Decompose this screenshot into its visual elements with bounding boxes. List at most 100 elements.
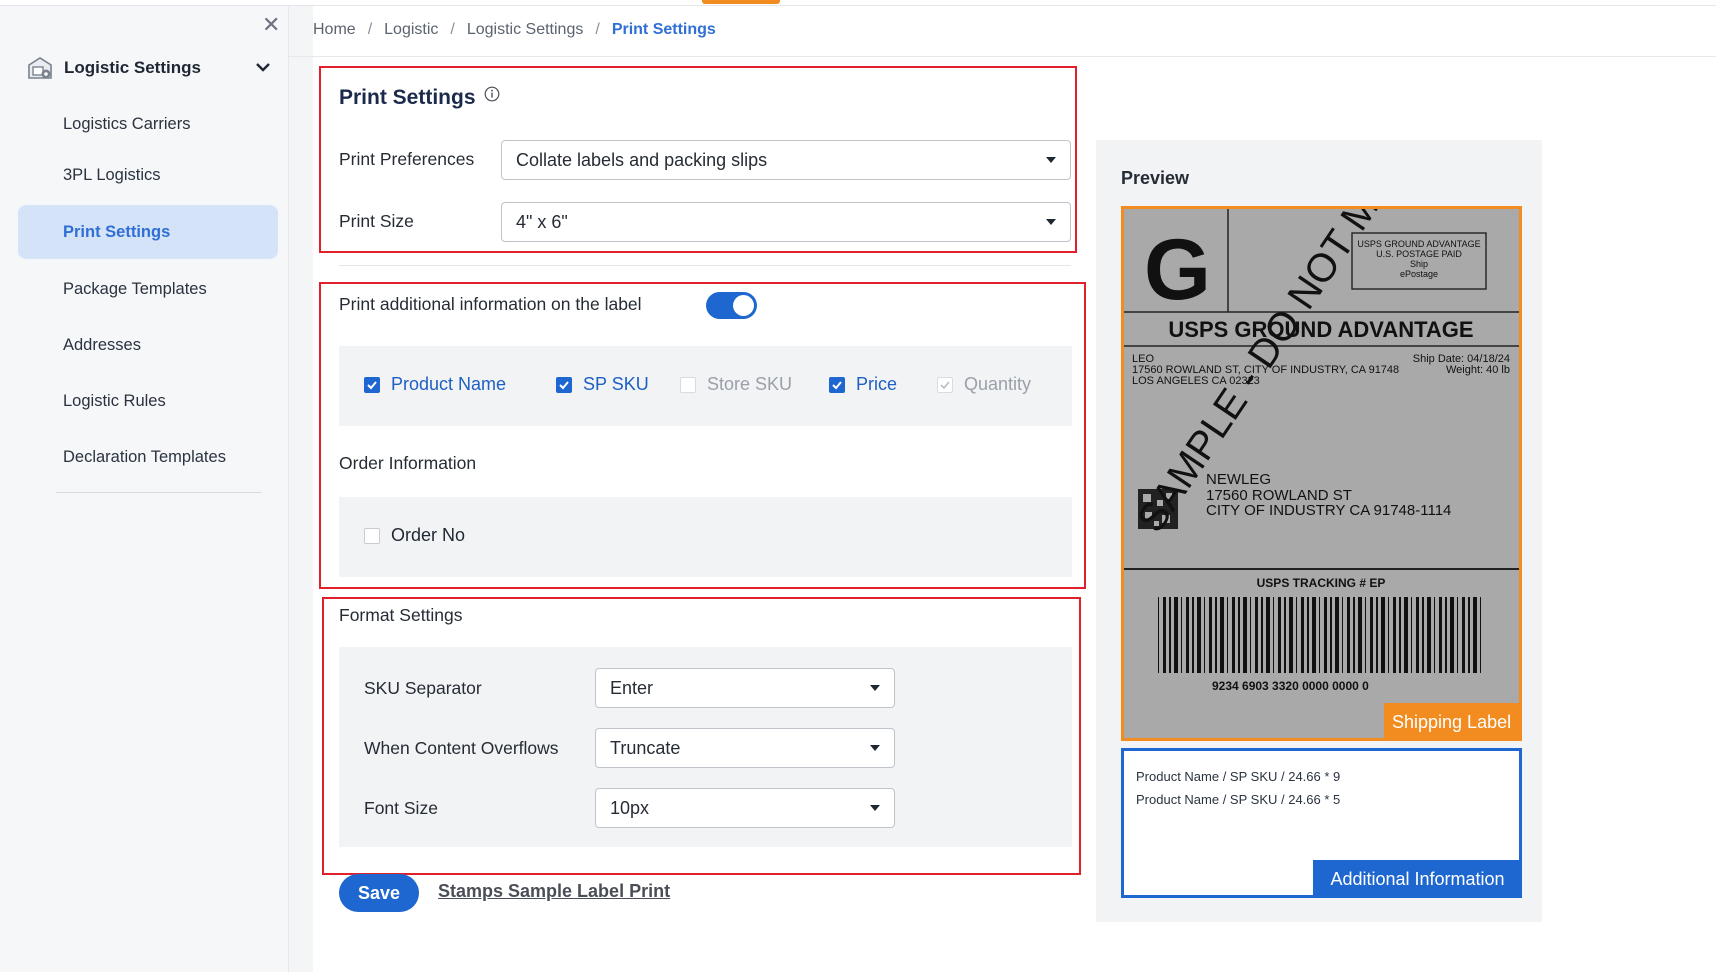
label-to-line: CITY OF INDUSTRY CA 91748-1114 bbox=[1206, 502, 1451, 519]
label-service-name: USPS GROUND ADVANTAGE bbox=[1168, 317, 1473, 342]
label-postage-line: Ship bbox=[1410, 259, 1428, 269]
barcode-bar bbox=[1209, 597, 1212, 673]
order-information-title: Order Information bbox=[339, 453, 477, 473]
label-to-line: NEWLEG bbox=[1206, 471, 1271, 488]
label-postage-line: U.S. POSTAGE PAID bbox=[1376, 249, 1462, 259]
header-divider bbox=[288, 56, 1716, 57]
quantity-checkbox[interactable] bbox=[937, 377, 953, 393]
store-sku-checkbox[interactable] bbox=[680, 377, 696, 393]
sidebar-item-logistics-carriers[interactable]: Logistics Carriers bbox=[18, 97, 278, 151]
sidebar-header-label: Logistic Settings bbox=[64, 58, 201, 77]
toggle-knob bbox=[733, 295, 754, 316]
barcode-bar bbox=[1480, 597, 1481, 673]
sidebar-item-addresses[interactable]: Addresses bbox=[18, 318, 278, 372]
label-weight: Weight: 40 lb bbox=[1446, 364, 1510, 376]
barcode-bar bbox=[1266, 597, 1270, 673]
preview-title: Preview bbox=[1121, 168, 1190, 188]
barcode-bar bbox=[1376, 597, 1378, 673]
additional-info-line: Product Name / SP SKU / 24.66 * 5 bbox=[1136, 792, 1341, 807]
barcode-bar bbox=[1312, 597, 1316, 673]
breadcrumb-logistic-settings[interactable]: Logistic Settings bbox=[467, 21, 584, 39]
print-size-select[interactable]: 4" x 6" bbox=[501, 202, 1071, 242]
label-postage-line: USPS GROUND ADVANTAGE bbox=[1357, 239, 1480, 249]
active-tab-indicator bbox=[702, 0, 780, 4]
content-overflow-select[interactable]: Truncate bbox=[595, 728, 895, 768]
price-checkbox[interactable] bbox=[829, 377, 845, 393]
warehouse-settings-icon bbox=[28, 57, 52, 79]
sidebar-item-label: Declaration Templates bbox=[63, 447, 226, 466]
sample-label-print-link[interactable]: Stamps Sample Label Print bbox=[438, 881, 670, 902]
print-size-label: Print Size bbox=[339, 211, 414, 231]
barcode-bar bbox=[1450, 597, 1454, 673]
shipping-label-image: G USPS GROUND ADVANTAGE U.S. POSTAGE PAI… bbox=[1124, 209, 1519, 738]
barcode-bar bbox=[1347, 597, 1350, 673]
save-button[interactable]: Save bbox=[339, 874, 419, 912]
breadcrumb-separator: / bbox=[595, 21, 600, 38]
barcode-bar bbox=[1353, 597, 1355, 673]
sidebar-item-print-settings[interactable]: Print Settings bbox=[18, 205, 278, 259]
breadcrumb-logistic[interactable]: Logistic bbox=[384, 21, 438, 39]
barcode-bar bbox=[1186, 597, 1189, 673]
barcode-bar bbox=[1192, 597, 1194, 673]
barcode-bar bbox=[1289, 597, 1293, 673]
info-icon[interactable] bbox=[484, 86, 500, 102]
select-value: Truncate bbox=[610, 737, 681, 758]
breadcrumb-home[interactable]: Home bbox=[313, 21, 356, 39]
breadcrumb-separator: / bbox=[450, 21, 455, 38]
sidebar-item-declaration-templates[interactable]: Declaration Templates bbox=[18, 430, 278, 484]
barcode-bar bbox=[1422, 597, 1424, 673]
barcode-bar bbox=[1284, 597, 1286, 673]
chevron-down-icon[interactable] bbox=[252, 56, 274, 78]
barcode-bar bbox=[1204, 597, 1205, 673]
print-preferences-label: Print Preferences bbox=[339, 149, 475, 169]
sidebar-item-package-templates[interactable]: Package Templates bbox=[18, 262, 278, 316]
label-tracking-title: USPS TRACKING # EP bbox=[1257, 576, 1386, 590]
product-name-label: Product Name bbox=[391, 374, 507, 394]
select-value: Collate labels and packing slips bbox=[516, 149, 768, 170]
sidebar-item-label: 3PL Logistics bbox=[63, 165, 161, 184]
print-preferences-select[interactable]: Collate labels and packing slips bbox=[501, 140, 1071, 180]
barcode-bar bbox=[1427, 597, 1431, 673]
sidebar-section-header[interactable]: Logistic Settings bbox=[26, 50, 280, 86]
sidebar-item-logistic-rules[interactable]: Logistic Rules bbox=[18, 374, 278, 428]
font-size-select[interactable]: 10px bbox=[595, 788, 895, 828]
additional-info-tag: Additional Information bbox=[1313, 860, 1522, 898]
label-postage-line: ePostage bbox=[1400, 269, 1438, 279]
barcode-bar bbox=[1215, 597, 1217, 673]
barcode-bar bbox=[1261, 597, 1263, 673]
barcode-bar bbox=[1457, 597, 1458, 673]
barcode-bar bbox=[1439, 597, 1442, 673]
additional-info-toggle-label: Print additional information on the labe… bbox=[339, 294, 642, 314]
additional-info-toggle[interactable] bbox=[706, 292, 757, 319]
sidebar-item-label: Logistics Carriers bbox=[63, 114, 191, 133]
close-sidebar-icon[interactable]: ✕ bbox=[262, 14, 280, 36]
barcode-bar bbox=[1250, 597, 1251, 673]
barcode-bar bbox=[1220, 597, 1224, 673]
caret-down-icon bbox=[1046, 157, 1056, 163]
product-name-checkbox[interactable] bbox=[364, 377, 380, 393]
sidebar-item-3pl-logistics[interactable]: 3PL Logistics bbox=[18, 148, 278, 202]
sku-separator-select[interactable]: Enter bbox=[595, 668, 895, 708]
page-title: Print Settings bbox=[339, 86, 476, 109]
barcode-bar bbox=[1358, 597, 1362, 673]
order-no-checkbox[interactable] bbox=[364, 528, 380, 544]
barcode-bar bbox=[1181, 597, 1182, 673]
barcode-bar bbox=[1232, 597, 1235, 673]
select-value: 4" x 6" bbox=[516, 211, 568, 232]
barcode-bar bbox=[1416, 597, 1419, 673]
select-value: 10px bbox=[610, 797, 650, 818]
barcode-bar bbox=[1342, 597, 1343, 673]
barcode-bar bbox=[1335, 597, 1339, 673]
caret-down-icon bbox=[870, 745, 880, 751]
label-tracking-number: 9234 6903 3320 0000 0000 0 bbox=[1212, 679, 1369, 693]
check-icon bbox=[940, 381, 950, 390]
barcode-bar bbox=[1301, 597, 1304, 673]
barcode-bar bbox=[1381, 597, 1385, 673]
font-size-label: Font Size bbox=[364, 798, 438, 818]
barcode-bar bbox=[1434, 597, 1435, 673]
barcode-bar bbox=[1399, 597, 1401, 673]
sp-sku-checkbox[interactable] bbox=[556, 377, 572, 393]
barcode-bar bbox=[1365, 597, 1366, 673]
breadcrumb-current: Print Settings bbox=[611, 21, 716, 38]
barcode-bar bbox=[1296, 597, 1297, 673]
